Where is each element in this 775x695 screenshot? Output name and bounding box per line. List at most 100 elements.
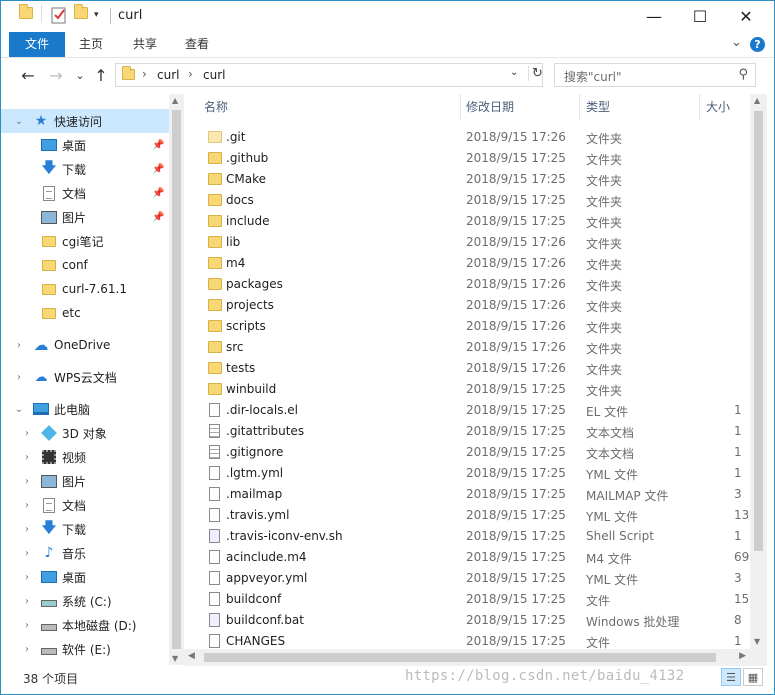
sidebar-item[interactable]: curl-7.61.1	[1, 277, 169, 301]
new-folder-icon[interactable]	[74, 4, 88, 19]
sidebar-item[interactable]: 🡇 下载 📌	[1, 157, 169, 181]
address-dropdown-icon[interactable]: ⌄	[510, 67, 518, 78]
sidebar-item[interactable]: › 系统 (C:)	[1, 589, 169, 613]
minimize-button[interactable]: —	[631, 1, 677, 32]
expand-icon[interactable]: ›	[21, 548, 33, 559]
column-header-date[interactable]: 修改日期	[466, 94, 514, 120]
expand-icon[interactable]: ›	[21, 500, 33, 511]
file-list-vertical-scrollbar[interactable]: ▲ ▼	[750, 94, 767, 649]
search-icon[interactable]: ⚲	[738, 67, 748, 82]
pin-icon[interactable]: 📌	[152, 188, 164, 199]
table-row[interactable]: .travis-iconv-env.sh 2018/9/15 17:25 Shell…	[184, 526, 750, 547]
expand-icon[interactable]: ›	[21, 644, 33, 655]
expand-icon[interactable]: ›	[21, 428, 33, 439]
back-button[interactable]: ←	[18, 65, 38, 85]
pin-icon[interactable]: 📌	[152, 212, 164, 223]
refresh-icon[interactable]: ↻	[528, 66, 543, 81]
sidebar-item[interactable]: conf	[1, 253, 169, 277]
table-row[interactable]: acinclude.m4 2018/9/15 17:25 M4 文件 69	[184, 547, 750, 568]
sidebar-item[interactable]: › 软件 (E:)	[1, 637, 169, 661]
table-row[interactable]: include 2018/9/15 17:25 文件夹	[184, 211, 750, 232]
nav-scroll-thumb[interactable]	[172, 110, 181, 649]
scroll-right-icon[interactable]: ▶	[739, 651, 746, 661]
expand-icon[interactable]: ›	[21, 620, 33, 631]
column-divider[interactable]	[460, 94, 461, 120]
horizontal-scroll-thumb[interactable]	[204, 653, 716, 662]
table-row[interactable]: winbuild 2018/9/15 17:25 文件夹	[184, 379, 750, 400]
sidebar-item[interactable]: › 图片	[1, 469, 169, 493]
column-header-name[interactable]: 名称	[204, 94, 228, 120]
table-row[interactable]: docs 2018/9/15 17:25 文件夹	[184, 190, 750, 211]
table-row[interactable]: packages 2018/9/15 17:26 文件夹	[184, 274, 750, 295]
search-input[interactable]: 搜索"curl"	[564, 68, 622, 85]
sidebar-item[interactable]: › 文档	[1, 493, 169, 517]
vertical-scroll-thumb[interactable]	[754, 111, 763, 551]
sidebar-item[interactable]: etc	[1, 301, 169, 325]
table-row[interactable]: CHANGES 2018/9/15 17:25 文件 1	[184, 631, 750, 649]
sidebar-item[interactable]: 文档 📌	[1, 181, 169, 205]
table-row[interactable]: CMake 2018/9/15 17:25 文件夹	[184, 169, 750, 190]
sidebar-item[interactable]: › ♪ 音乐	[1, 541, 169, 565]
sidebar-item[interactable]: › ☁ WPS云文档	[1, 365, 169, 389]
table-row[interactable]: lib 2018/9/15 17:26 文件夹	[184, 232, 750, 253]
column-divider[interactable]	[579, 94, 580, 120]
search-box[interactable]: 搜索"curl" ⚲	[554, 63, 756, 87]
sidebar-item[interactable]: ⌄ 此电脑	[1, 397, 169, 421]
scroll-left-icon[interactable]: ◀	[188, 651, 195, 661]
table-row[interactable]: .dir-locals.el 2018/9/15 17:25 EL 文件 1	[184, 400, 750, 421]
table-row[interactable]: appveyor.yml 2018/9/15 17:25 YML 文件 3	[184, 568, 750, 589]
file-list-horizontal-scrollbar[interactable]: ◀ ▶	[184, 649, 750, 666]
expand-icon[interactable]: ⌄	[13, 404, 25, 415]
sidebar-item[interactable]: › 视频	[1, 445, 169, 469]
scroll-down-icon[interactable]: ▼	[754, 637, 760, 646]
pin-icon[interactable]: 📌	[152, 140, 164, 151]
maximize-button[interactable]: ☐	[677, 1, 723, 32]
expand-icon[interactable]: ›	[21, 524, 33, 535]
expand-icon[interactable]: ›	[21, 476, 33, 487]
tab-file[interactable]: 文件	[9, 32, 65, 57]
customize-qa-icon[interactable]: ▾	[94, 10, 99, 20]
scroll-down-icon[interactable]: ▼	[172, 654, 178, 663]
properties-icon[interactable]	[51, 6, 67, 27]
up-button[interactable]: ↑	[91, 65, 111, 85]
expand-icon[interactable]: ›	[21, 572, 33, 583]
table-row[interactable]: tests 2018/9/15 17:26 文件夹	[184, 358, 750, 379]
nav-scrollbar[interactable]: ▲ ▼	[169, 94, 184, 665]
close-button[interactable]: ✕	[723, 1, 769, 32]
scroll-up-icon[interactable]: ▲	[172, 96, 178, 105]
table-row[interactable]: scripts 2018/9/15 17:26 文件夹	[184, 316, 750, 337]
table-row[interactable]: .git 2018/9/15 17:26 文件夹	[184, 127, 750, 148]
sidebar-item[interactable]: › 桌面	[1, 565, 169, 589]
ribbon-expand-icon[interactable]: ⌄	[731, 35, 742, 50]
table-row[interactable]: .gitattributes 2018/9/15 17:25 文本文档 1	[184, 421, 750, 442]
expand-icon[interactable]: ›	[13, 340, 25, 351]
details-view-icon[interactable]: ☰	[721, 668, 741, 686]
table-row[interactable]: src 2018/9/15 17:26 文件夹	[184, 337, 750, 358]
expand-icon[interactable]: ›	[21, 452, 33, 463]
sidebar-item[interactable]: cgi笔记	[1, 229, 169, 253]
table-row[interactable]: .lgtm.yml 2018/9/15 17:25 YML 文件 1	[184, 463, 750, 484]
column-divider[interactable]	[699, 94, 700, 120]
pin-icon[interactable]: 📌	[152, 164, 164, 175]
table-row[interactable]: projects 2018/9/15 17:26 文件夹	[184, 295, 750, 316]
table-row[interactable]: .travis.yml 2018/9/15 17:25 YML 文件 13	[184, 505, 750, 526]
expand-icon[interactable]: ›	[21, 596, 33, 607]
tab-share[interactable]: 共享	[123, 32, 167, 57]
table-row[interactable]: m4 2018/9/15 17:26 文件夹	[184, 253, 750, 274]
table-row[interactable]: .github 2018/9/15 17:25 文件夹	[184, 148, 750, 169]
sidebar-item[interactable]: ⌄ ★ 快速访问	[1, 109, 169, 133]
sidebar-item[interactable]: › 🡇 下载	[1, 517, 169, 541]
address-bar[interactable]: › curl › curl ⌄ ↻	[115, 63, 543, 87]
column-header-size[interactable]: 大小	[706, 94, 730, 120]
table-row[interactable]: buildconf 2018/9/15 17:25 文件 15	[184, 589, 750, 610]
table-row[interactable]: .gitignore 2018/9/15 17:25 文本文档 1	[184, 442, 750, 463]
large-icons-view-icon[interactable]: ▦	[743, 668, 763, 686]
expand-icon[interactable]: ›	[13, 372, 25, 383]
sidebar-item[interactable]: › ☁ OneDrive	[1, 333, 169, 357]
recent-locations-button[interactable]: ⌄	[70, 65, 90, 85]
help-icon[interactable]: ?	[750, 37, 765, 52]
table-row[interactable]: .mailmap 2018/9/15 17:25 MAILMAP 文件 3	[184, 484, 750, 505]
breadcrumb-curl-current[interactable]: curl	[203, 68, 225, 82]
sidebar-item[interactable]: 图片 📌	[1, 205, 169, 229]
breadcrumb-curl-parent[interactable]: curl	[157, 68, 179, 82]
